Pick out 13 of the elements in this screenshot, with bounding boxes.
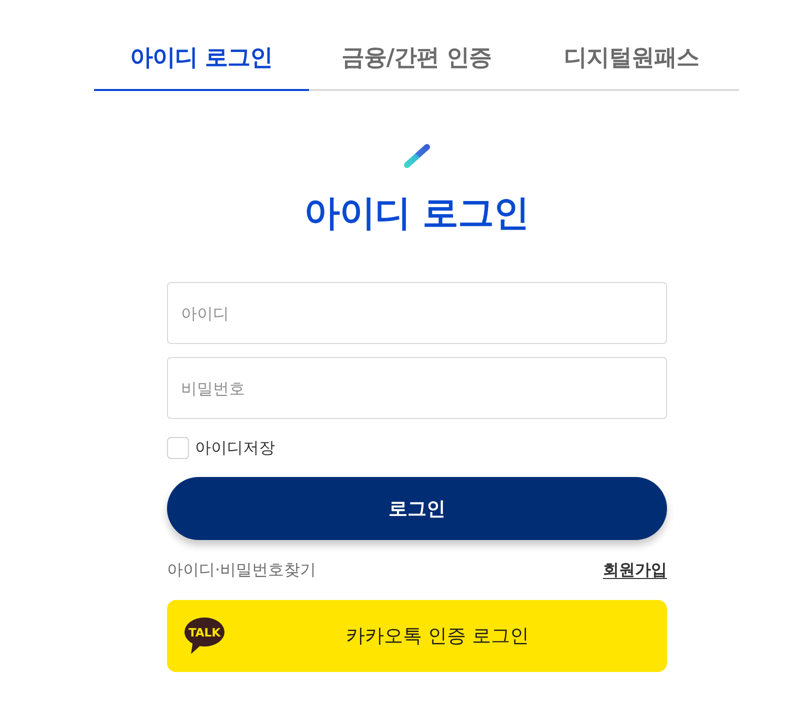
login-button[interactable]: 로그인 — [167, 477, 667, 540]
tab[interactable]: 아이디 로그인 — [94, 42, 309, 91]
find-account-link[interactable]: 아이디·비밀번호찾기 — [167, 560, 316, 582]
tab[interactable]: 디지털원패스 — [524, 42, 739, 91]
remember-checkbox[interactable] — [167, 437, 189, 460]
signup-link[interactable]: 회원가입 — [603, 560, 667, 582]
tab[interactable]: 금융/간편 인증 — [309, 42, 524, 91]
page-title: 아이디 로그인 — [304, 192, 530, 236]
pencil-icon — [402, 143, 430, 169]
remember-label: 아이디저장 — [195, 438, 275, 459]
password-field[interactable]: 비밀번호 — [167, 357, 667, 420]
id-field[interactable]: 아이디 — [167, 282, 667, 344]
kakao-login-button[interactable]: TALK 카카오톡 인증 로그인 — [167, 600, 667, 672]
